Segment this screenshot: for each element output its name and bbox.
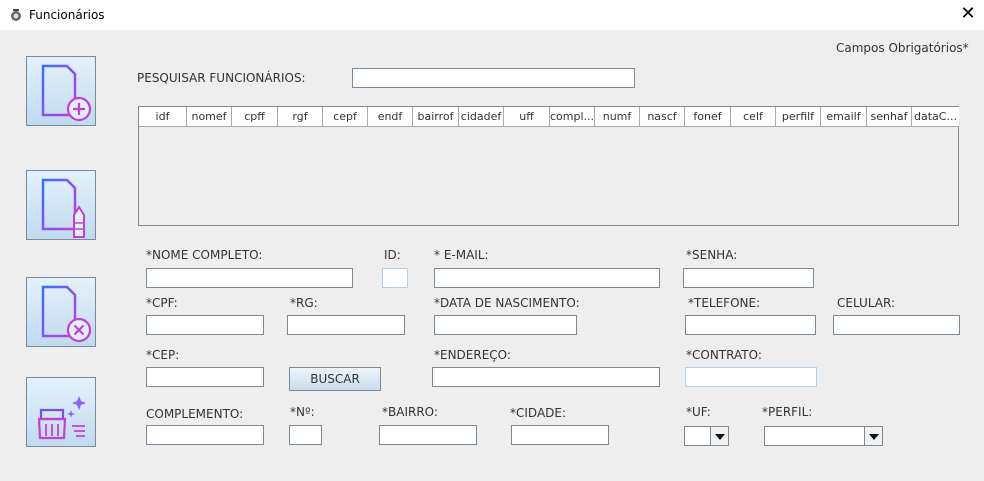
senha-input[interactable] xyxy=(683,268,814,288)
employees-table[interactable]: idf nomef cpff rgf cepf endf bairrof cid… xyxy=(138,106,959,226)
column-header[interactable]: fonef xyxy=(685,107,731,127)
edit-button[interactable] xyxy=(26,170,96,240)
complemento-input[interactable] xyxy=(146,425,264,445)
nome-label: *NOME COMPLETO: xyxy=(146,248,263,262)
column-header[interactable]: idf xyxy=(139,107,187,127)
table-header: idf nomef cpff rgf cepf endf bairrof cid… xyxy=(139,107,959,127)
uf-select[interactable] xyxy=(684,426,729,446)
cidade-label: *CIDADE: xyxy=(510,406,567,420)
numero-input[interactable] xyxy=(289,425,322,445)
rg-input[interactable] xyxy=(287,315,405,335)
senha-label: *SENHA: xyxy=(686,248,738,262)
app-icon xyxy=(8,7,24,23)
column-header[interactable]: emailf xyxy=(821,107,867,127)
column-header[interactable]: nomef xyxy=(187,107,232,127)
column-header[interactable]: dataC... xyxy=(912,107,959,127)
column-header[interactable]: endf xyxy=(368,107,413,127)
cpf-input[interactable] xyxy=(146,315,264,335)
column-header[interactable]: nascf xyxy=(640,107,685,127)
contrato-label: *CONTRATO: xyxy=(686,348,762,362)
nome-input[interactable] xyxy=(146,268,353,288)
endereco-label: *ENDEREÇO: xyxy=(434,348,511,362)
column-header[interactable]: perfilf xyxy=(776,107,821,127)
rg-label: *RG: xyxy=(290,296,318,310)
window-title: Funcionários xyxy=(29,8,105,22)
buscar-button[interactable]: BUSCAR xyxy=(289,367,381,391)
perfil-select[interactable] xyxy=(764,426,883,446)
celular-label: CELULAR: xyxy=(837,296,896,310)
column-header[interactable]: cpff xyxy=(232,107,278,127)
column-header[interactable]: rgf xyxy=(278,107,323,127)
chevron-down-icon[interactable] xyxy=(864,427,882,445)
numero-label: *Nº: xyxy=(290,405,315,419)
uf-label: *UF: xyxy=(686,405,711,419)
telefone-label: *TELEFONE: xyxy=(688,296,761,310)
complemento-label: COMPLEMENTO: xyxy=(146,407,244,421)
delete-button[interactable] xyxy=(26,277,96,347)
column-header[interactable]: cidadef xyxy=(459,107,504,127)
id-label: ID: xyxy=(384,248,401,262)
celular-input[interactable] xyxy=(833,315,960,335)
column-header[interactable]: senhaf xyxy=(867,107,912,127)
clear-button[interactable] xyxy=(26,377,96,447)
perfil-label: *PERFIL: xyxy=(762,405,813,419)
column-header[interactable]: celf xyxy=(731,107,776,127)
contrato-input[interactable] xyxy=(685,367,817,387)
title-bar xyxy=(0,0,984,30)
cep-label: *CEP: xyxy=(146,348,180,362)
document-edit-icon xyxy=(41,178,85,238)
search-label: PESQUISAR FUNCIONÁRIOS: xyxy=(137,71,306,85)
bairro-input[interactable] xyxy=(379,425,477,445)
chevron-down-icon[interactable] xyxy=(710,427,728,445)
email-label: * E-MAIL: xyxy=(434,248,489,262)
column-header[interactable]: numf xyxy=(595,107,640,127)
column-header[interactable]: compl... xyxy=(550,107,595,127)
required-fields-note: Campos Obrigatórios* xyxy=(836,41,969,55)
nascimento-label: *DATA DE NASCIMENTO: xyxy=(434,296,580,310)
column-header[interactable]: bairrof xyxy=(413,107,459,127)
bairro-label: *BAIRRO: xyxy=(382,405,438,419)
add-button[interactable] xyxy=(26,56,96,126)
document-delete-icon xyxy=(41,285,92,343)
telefone-input[interactable] xyxy=(685,315,816,335)
cep-input[interactable] xyxy=(146,367,264,387)
column-header[interactable]: cepf xyxy=(323,107,368,127)
document-add-icon xyxy=(41,64,92,122)
broom-clean-icon xyxy=(37,388,86,440)
email-input[interactable] xyxy=(434,268,660,288)
nascimento-input[interactable] xyxy=(434,315,577,335)
search-input[interactable] xyxy=(352,68,635,88)
cpf-label: *CPF: xyxy=(146,296,178,310)
id-input[interactable] xyxy=(382,268,408,288)
column-header[interactable]: uff xyxy=(504,107,550,127)
cidade-input[interactable] xyxy=(511,425,609,445)
close-icon[interactable]: ✕ xyxy=(957,5,979,25)
endereco-input[interactable] xyxy=(432,367,660,387)
